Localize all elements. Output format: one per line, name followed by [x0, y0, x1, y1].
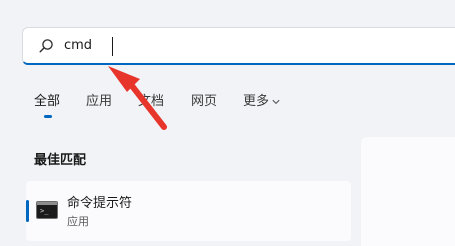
tab-all[interactable]: 全部 [34, 93, 60, 111]
search-icon [39, 39, 53, 53]
result-name: 命令提示符 [67, 196, 133, 211]
tab-more-label: 更多 [243, 94, 270, 109]
selection-indicator [26, 200, 29, 222]
chevron-down-icon [272, 99, 280, 104]
windows-search-panel: 全部 应用 文档 网页 更多 最佳匹配 >_ 命令提示符 应用 [0, 0, 455, 246]
best-match-heading: 最佳匹配 [34, 153, 87, 168]
tab-documents[interactable]: 文档 [138, 93, 164, 111]
search-input[interactable] [64, 34, 444, 58]
text-caret [112, 37, 113, 56]
result-type: 应用 [67, 215, 89, 228]
tab-apps[interactable]: 应用 [86, 93, 112, 111]
annotation-arrow-head [108, 66, 140, 92]
command-prompt-icon: >_ [36, 201, 58, 219]
search-box[interactable] [22, 27, 455, 65]
tab-more[interactable]: 更多 [243, 93, 280, 111]
best-match-result[interactable]: >_ 命令提示符 应用 [26, 181, 351, 241]
details-panel [361, 137, 455, 246]
active-tab-indicator [44, 115, 52, 118]
tab-web[interactable]: 网页 [191, 93, 217, 111]
